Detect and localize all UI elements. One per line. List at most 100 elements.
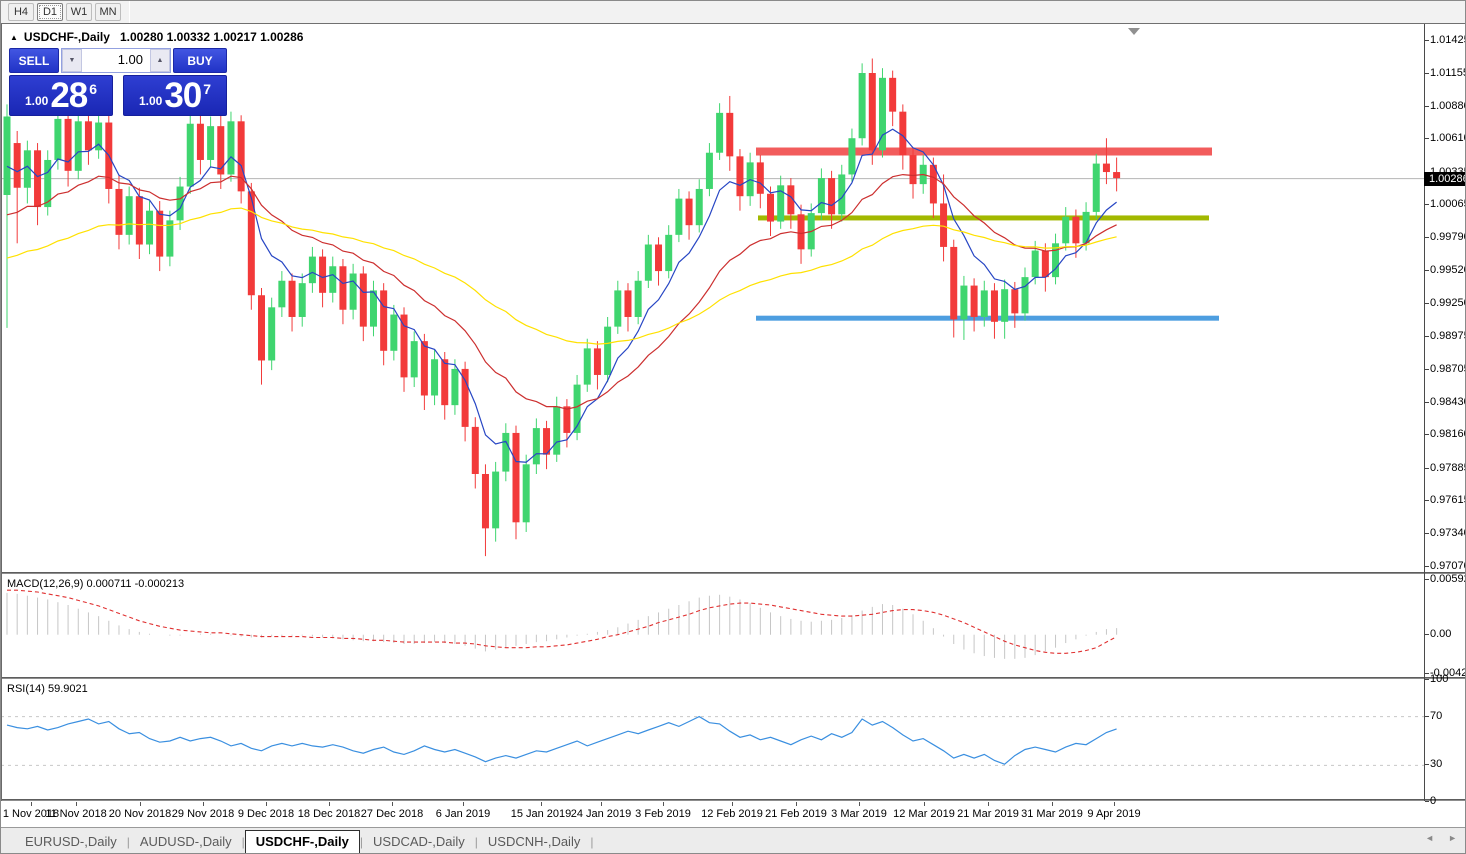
current-price-tag: 1.00286: [1424, 172, 1466, 186]
chart-tab-bar: EURUSD-,Daily|AUDUSD-,Daily|USDCHF-,Dail…: [1, 827, 1465, 854]
price-label: 0.98430: [1430, 396, 1466, 408]
rsi-axis-label: 100: [1430, 673, 1448, 685]
price-label: 1.00610: [1430, 132, 1466, 144]
bid-prefix: 1.00: [25, 94, 48, 108]
sell-button[interactable]: SELL: [9, 48, 59, 73]
ma-mid-line: [7, 175, 1117, 410]
date-label: 27 Dec 2018: [361, 808, 423, 820]
date-tick: [329, 802, 330, 806]
date-tick: [796, 802, 797, 806]
ask-pip-digit: 7: [203, 81, 211, 97]
date-label: 29 Nov 2018: [172, 808, 234, 820]
price-label: 0.97615: [1430, 494, 1466, 506]
date-label: 12 Mar 2019: [893, 808, 955, 820]
timeframe-button-W1[interactable]: W1: [66, 3, 92, 21]
price-axis-border: [1424, 24, 1425, 801]
date-tick: [203, 802, 204, 806]
tab-usdchfdaily[interactable]: USDCHF-,Daily: [245, 830, 360, 854]
date-tick: [601, 802, 602, 806]
macd-signal-line: [7, 590, 1117, 653]
candles: [4, 59, 1121, 557]
chart-title: ▲ USDCHF-,Daily 1.00280 1.00332 1.00217 …: [10, 30, 303, 44]
macd-histogram: [7, 593, 1117, 659]
price-label: 0.97070: [1430, 560, 1466, 572]
date-label: 12 Feb 2019: [701, 808, 763, 820]
date-tick: [924, 802, 925, 806]
bid-big-digits: 28: [50, 78, 87, 113]
one-click-trade-panel: SELL ▼ 1.00 ▲ BUY 1.00 28 6 1.00 30 7: [9, 48, 227, 116]
macd-axis-label: 0.00: [1430, 628, 1451, 640]
chart-shift-icon[interactable]: [1128, 28, 1140, 35]
price-label: 1.01155: [1430, 67, 1466, 79]
volume-up-button[interactable]: ▲: [150, 49, 170, 72]
timeframe-button-D1[interactable]: D1: [37, 3, 63, 21]
rsi-axis-label: 70: [1430, 710, 1442, 722]
date-label: 21 Feb 2019: [765, 808, 827, 820]
price-label: 0.98705: [1430, 363, 1466, 375]
date-tick: [1052, 802, 1053, 806]
date-label: 6 Jan 2019: [436, 808, 490, 820]
bid-quote-panel[interactable]: 1.00 28 6: [9, 75, 113, 116]
timeframe-bar: H4D1W1MN: [1, 1, 1465, 24]
date-label: 15 Jan 2019: [511, 808, 572, 820]
tab-separator: |: [590, 835, 593, 849]
symbol-title: USDCHF-,Daily: [24, 30, 110, 44]
date-label: 3 Feb 2019: [635, 808, 691, 820]
timeframe-button-MN[interactable]: MN: [95, 3, 121, 21]
price-label: 0.99790: [1430, 231, 1466, 243]
macd-indicator-label: MACD(12,26,9) 0.000711 -0.000213: [7, 578, 184, 590]
date-tick: [732, 802, 733, 806]
price-label: 0.99250: [1430, 297, 1466, 309]
date-tick: [266, 802, 267, 806]
date-tick: [392, 802, 393, 806]
volume-input[interactable]: 1.00: [82, 49, 150, 72]
volume-stepper: ▼ 1.00 ▲: [61, 48, 171, 73]
chart-left-border: [1, 24, 2, 801]
date-label: 21 Mar 2019: [957, 808, 1019, 820]
date-tick: [1114, 802, 1115, 806]
date-tick: [463, 802, 464, 806]
ask-prefix: 1.00: [139, 94, 162, 108]
panel-separator[interactable]: [1, 572, 1466, 574]
rsi-plot-area[interactable]: [1, 680, 1424, 800]
date-tick: [988, 802, 989, 806]
date-label: 24 Jan 2019: [571, 808, 632, 820]
date-tick: [31, 802, 32, 806]
tab-audusddaily[interactable]: AUDUSD-,Daily: [130, 831, 242, 852]
tab-usdcaddaily[interactable]: USDCAD-,Daily: [363, 831, 475, 852]
timeframe-button-H4[interactable]: H4: [8, 3, 34, 21]
price-label: 0.97340: [1430, 527, 1466, 539]
ask-big-digits: 30: [164, 78, 201, 113]
date-label: 3 Mar 2019: [831, 808, 887, 820]
date-label: 9 Dec 2018: [238, 808, 294, 820]
price-label: 0.98975: [1430, 330, 1466, 342]
volume-down-button[interactable]: ▼: [62, 49, 82, 72]
date-tick: [663, 802, 664, 806]
tab-scroll-left-icon[interactable]: ◄: [1425, 833, 1434, 843]
tab-scroll-right-icon[interactable]: ►: [1448, 833, 1457, 843]
rsi-indicator-label: RSI(14) 59.9021: [7, 683, 88, 695]
buy-button[interactable]: BUY: [173, 48, 227, 73]
date-label: 20 Nov 2018: [109, 808, 171, 820]
tab-usdcnhdaily[interactable]: USDCNH-,Daily: [478, 831, 590, 852]
date-label: 31 Mar 2019: [1021, 808, 1083, 820]
rsi-axis-label: 30: [1430, 758, 1442, 770]
tab-eurusddaily[interactable]: EURUSD-,Daily: [15, 831, 127, 852]
ask-quote-panel[interactable]: 1.00 30 7: [123, 75, 227, 116]
price-label: 0.99520: [1430, 264, 1466, 276]
panel-separator[interactable]: [1, 677, 1466, 679]
date-label: 18 Dec 2018: [298, 808, 360, 820]
date-tick: [541, 802, 542, 806]
macd-axis-label: 0.005926: [1430, 573, 1466, 585]
macd-plot-area[interactable]: [1, 575, 1424, 678]
terminal-window: H4D1W1MN ▲ USDCHF-,Daily 1.00280 1.00332…: [0, 0, 1466, 854]
rsi-axis-label: 0: [1430, 795, 1436, 807]
panel-separator: [1, 799, 1466, 801]
toolbar-separator: [129, 1, 130, 23]
support-olive: [758, 215, 1209, 220]
bid-pip-digit: 6: [89, 81, 97, 97]
collapse-arrow-icon[interactable]: ▲: [10, 33, 18, 42]
price-label: 0.97885: [1430, 462, 1466, 474]
tab-scroll-buttons: ◄ ►: [1425, 833, 1457, 843]
price-label: 0.98160: [1430, 428, 1466, 440]
